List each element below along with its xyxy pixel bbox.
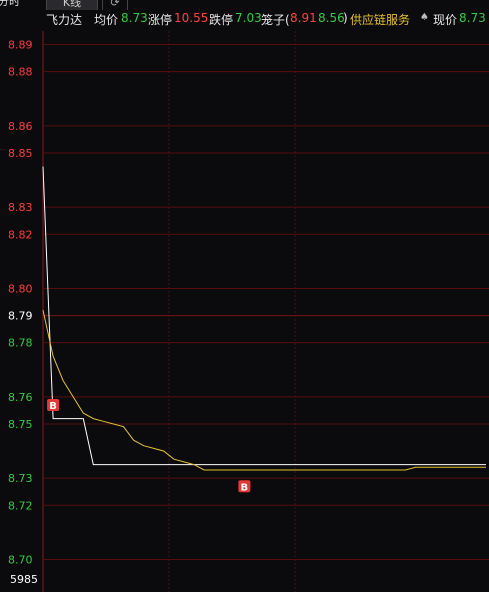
buy-marker: B xyxy=(47,399,60,412)
chart-lines xyxy=(42,166,486,471)
y-tick-label: 8.75 xyxy=(8,418,33,431)
y-tick-label: 8.73 xyxy=(8,472,33,485)
y-tick-label: 8.80 xyxy=(8,282,33,295)
avg-price-series-line xyxy=(42,309,486,471)
y-tick-label: 8.78 xyxy=(8,337,33,350)
y-tick-label: 8.86 xyxy=(8,120,33,133)
y-tick-label: 8.70 xyxy=(8,553,33,566)
y-tick-label: 8.79 xyxy=(8,310,33,323)
buy-marker-label: B xyxy=(241,482,249,493)
volume-label: 5985 xyxy=(10,573,38,586)
y-tick-label: 8.72 xyxy=(8,499,33,512)
y-tick-label: 8.83 xyxy=(8,201,33,214)
y-tick-label: 8.82 xyxy=(8,228,33,241)
y-tick-label: 8.88 xyxy=(8,66,33,79)
buy-marker-label: B xyxy=(49,401,57,412)
chart-markers: BB xyxy=(47,399,251,493)
buy-marker: B xyxy=(238,480,251,493)
y-tick-label: 8.76 xyxy=(8,391,33,404)
y-tick-label: 8.89 xyxy=(8,39,33,52)
y-axis: 8.89 8.88 8.86 8.85 8.83 8.82 8.80 8.79 8.78 8.76… xyxy=(8,39,33,567)
y-tick-label: 8.85 xyxy=(8,147,33,160)
price-chart: 8.89 8.88 8.86 8.85 8.83 8.82 8.80 8.79 8.78 8.76… xyxy=(8,31,489,592)
chart-grid xyxy=(42,31,489,592)
